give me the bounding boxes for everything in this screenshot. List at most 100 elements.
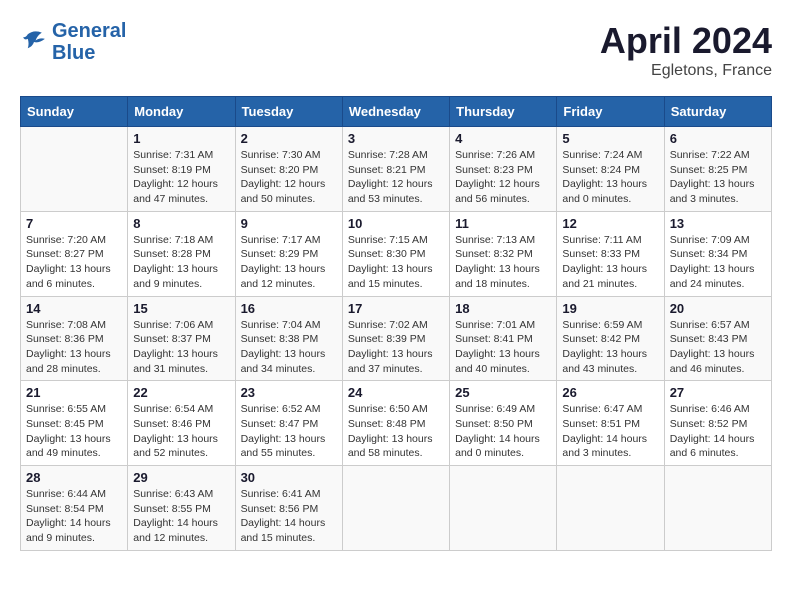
day-number: 15	[133, 301, 229, 316]
calendar-cell: 16 Sunrise: 7:04 AM Sunset: 8:38 PM Dayli…	[235, 296, 342, 381]
calendar-cell	[21, 127, 128, 212]
calendar-cell: 23 Sunrise: 6:52 AM Sunset: 8:47 PM Dayli…	[235, 381, 342, 466]
day-info: Sunrise: 6:43 AM Sunset: 8:55 PM Dayligh…	[133, 487, 229, 546]
day-info: Sunrise: 7:24 AM Sunset: 8:24 PM Dayligh…	[562, 148, 658, 207]
day-info: Sunrise: 7:18 AM Sunset: 8:28 PM Dayligh…	[133, 233, 229, 292]
calendar-cell: 30 Sunrise: 6:41 AM Sunset: 8:56 PM Dayli…	[235, 466, 342, 551]
logo-icon	[20, 28, 48, 56]
week-row-3: 14Sunrise: 7:08 AM Sunset: 8:36 PM Dayli…	[21, 296, 772, 381]
day-number: 12	[562, 216, 658, 231]
logo-text-line2: Blue	[52, 42, 126, 64]
weekday-header-sunday: Sunday	[21, 97, 128, 127]
calendar-cell: 28 Sunrise: 6:44 AM Sunset: 8:54 PM Dayli…	[21, 466, 128, 551]
calendar-cell: 12 Sunrise: 7:11 AM Sunset: 8:33 PM Dayli…	[557, 211, 664, 296]
day-info: Sunrise: 6:54 AM Sunset: 8:46 PM Dayligh…	[133, 402, 229, 461]
day-number: 23	[241, 385, 337, 400]
day-info: Sunrise: 7:31 AM Sunset: 8:19 PM Dayligh…	[133, 148, 229, 207]
day-info: Sunrise: 7:15 AM Sunset: 8:30 PM Dayligh…	[348, 233, 444, 292]
calendar-cell: 7 Sunrise: 7:20 AM Sunset: 8:27 PM Daylig…	[21, 211, 128, 296]
calendar-cell: 14Sunrise: 7:08 AM Sunset: 8:36 PM Dayli…	[21, 296, 128, 381]
day-number: 21	[26, 385, 122, 400]
weekday-header-row: SundayMondayTuesdayWednesdayThursdayFrid…	[21, 97, 772, 127]
day-number: 5	[562, 131, 658, 146]
day-number: 26	[562, 385, 658, 400]
day-number: 30	[241, 470, 337, 485]
calendar-cell: 21 Sunrise: 6:55 AM Sunset: 8:45 PM Dayli…	[21, 381, 128, 466]
day-info: Sunrise: 6:52 AM Sunset: 8:47 PM Dayligh…	[241, 402, 337, 461]
day-number: 7	[26, 216, 122, 231]
calendar-cell: 27 Sunrise: 6:46 AM Sunset: 8:52 PM Dayli…	[664, 381, 771, 466]
day-number: 11	[455, 216, 551, 231]
calendar-title-block: April 2024 Egletons, France	[600, 20, 772, 80]
day-info: Sunrise: 6:41 AM Sunset: 8:56 PM Dayligh…	[241, 487, 337, 546]
day-number: 10	[348, 216, 444, 231]
calendar-cell: 6Sunrise: 7:22 AM Sunset: 8:25 PM Daylig…	[664, 127, 771, 212]
day-info: Sunrise: 7:09 AM Sunset: 8:34 PM Dayligh…	[670, 233, 766, 292]
calendar-cell: 11 Sunrise: 7:13 AM Sunset: 8:32 PM Dayli…	[450, 211, 557, 296]
logo-text-line1: General	[52, 20, 126, 42]
calendar-cell	[664, 466, 771, 551]
day-info: Sunrise: 7:02 AM Sunset: 8:39 PM Dayligh…	[348, 318, 444, 377]
day-number: 9	[241, 216, 337, 231]
calendar-cell: 4Sunrise: 7:26 AM Sunset: 8:23 PM Daylig…	[450, 127, 557, 212]
calendar-cell: 1 Sunrise: 7:31 AM Sunset: 8:19 PM Daylig…	[128, 127, 235, 212]
day-info: Sunrise: 6:46 AM Sunset: 8:52 PM Dayligh…	[670, 402, 766, 461]
calendar-cell: 5 Sunrise: 7:24 AM Sunset: 8:24 PM Daylig…	[557, 127, 664, 212]
day-info: Sunrise: 7:13 AM Sunset: 8:32 PM Dayligh…	[455, 233, 551, 292]
weekday-header-saturday: Saturday	[664, 97, 771, 127]
day-number: 18	[455, 301, 551, 316]
weekday-header-tuesday: Tuesday	[235, 97, 342, 127]
day-info: Sunrise: 6:44 AM Sunset: 8:54 PM Dayligh…	[26, 487, 122, 546]
day-info: Sunrise: 6:49 AM Sunset: 8:50 PM Dayligh…	[455, 402, 551, 461]
day-number: 14	[26, 301, 122, 316]
day-number: 28	[26, 470, 122, 485]
day-number: 22	[133, 385, 229, 400]
calendar-cell: 26 Sunrise: 6:47 AM Sunset: 8:51 PM Dayli…	[557, 381, 664, 466]
day-number: 13	[670, 216, 766, 231]
day-number: 8	[133, 216, 229, 231]
calendar-cell: 17 Sunrise: 7:02 AM Sunset: 8:39 PM Dayli…	[342, 296, 449, 381]
weekday-header-thursday: Thursday	[450, 97, 557, 127]
day-info: Sunrise: 7:04 AM Sunset: 8:38 PM Dayligh…	[241, 318, 337, 377]
calendar-cell	[450, 466, 557, 551]
week-row-2: 7 Sunrise: 7:20 AM Sunset: 8:27 PM Daylig…	[21, 211, 772, 296]
calendar-cell: 20 Sunrise: 6:57 AM Sunset: 8:43 PM Dayli…	[664, 296, 771, 381]
day-number: 6	[670, 131, 766, 146]
day-number: 19	[562, 301, 658, 316]
calendar-cell: 25 Sunrise: 6:49 AM Sunset: 8:50 PM Dayli…	[450, 381, 557, 466]
weekday-header-monday: Monday	[128, 97, 235, 127]
calendar-cell: 19Sunrise: 6:59 AM Sunset: 8:42 PM Dayli…	[557, 296, 664, 381]
day-number: 1	[133, 131, 229, 146]
day-info: Sunrise: 6:57 AM Sunset: 8:43 PM Dayligh…	[670, 318, 766, 377]
day-number: 20	[670, 301, 766, 316]
day-number: 17	[348, 301, 444, 316]
day-info: Sunrise: 7:20 AM Sunset: 8:27 PM Dayligh…	[26, 233, 122, 292]
page-header: General Blue April 2024 Egletons, France	[20, 20, 772, 80]
calendar-cell: 3Sunrise: 7:28 AM Sunset: 8:21 PM Daylig…	[342, 127, 449, 212]
day-info: Sunrise: 7:11 AM Sunset: 8:33 PM Dayligh…	[562, 233, 658, 292]
calendar-cell: 9 Sunrise: 7:17 AM Sunset: 8:29 PM Daylig…	[235, 211, 342, 296]
day-info: Sunrise: 6:47 AM Sunset: 8:51 PM Dayligh…	[562, 402, 658, 461]
day-info: Sunrise: 7:28 AM Sunset: 8:21 PM Dayligh…	[348, 148, 444, 207]
location-label: Egletons, France	[600, 62, 772, 80]
day-info: Sunrise: 6:55 AM Sunset: 8:45 PM Dayligh…	[26, 402, 122, 461]
day-info: Sunrise: 7:01 AM Sunset: 8:41 PM Dayligh…	[455, 318, 551, 377]
day-info: Sunrise: 7:06 AM Sunset: 8:37 PM Dayligh…	[133, 318, 229, 377]
calendar-cell: 15 Sunrise: 7:06 AM Sunset: 8:37 PM Dayli…	[128, 296, 235, 381]
day-number: 16	[241, 301, 337, 316]
weekday-header-wednesday: Wednesday	[342, 97, 449, 127]
calendar-cell: 29 Sunrise: 6:43 AM Sunset: 8:55 PM Dayli…	[128, 466, 235, 551]
calendar-cell: 24Sunrise: 6:50 AM Sunset: 8:48 PM Dayli…	[342, 381, 449, 466]
logo: General Blue	[20, 20, 126, 64]
day-info: Sunrise: 7:17 AM Sunset: 8:29 PM Dayligh…	[241, 233, 337, 292]
calendar-cell: 10 Sunrise: 7:15 AM Sunset: 8:30 PM Dayli…	[342, 211, 449, 296]
day-number: 25	[455, 385, 551, 400]
day-number: 4	[455, 131, 551, 146]
calendar-cell	[557, 466, 664, 551]
day-number: 24	[348, 385, 444, 400]
day-number: 27	[670, 385, 766, 400]
weekday-header-friday: Friday	[557, 97, 664, 127]
day-number: 29	[133, 470, 229, 485]
calendar-cell: 8 Sunrise: 7:18 AM Sunset: 8:28 PM Daylig…	[128, 211, 235, 296]
day-number: 2	[241, 131, 337, 146]
